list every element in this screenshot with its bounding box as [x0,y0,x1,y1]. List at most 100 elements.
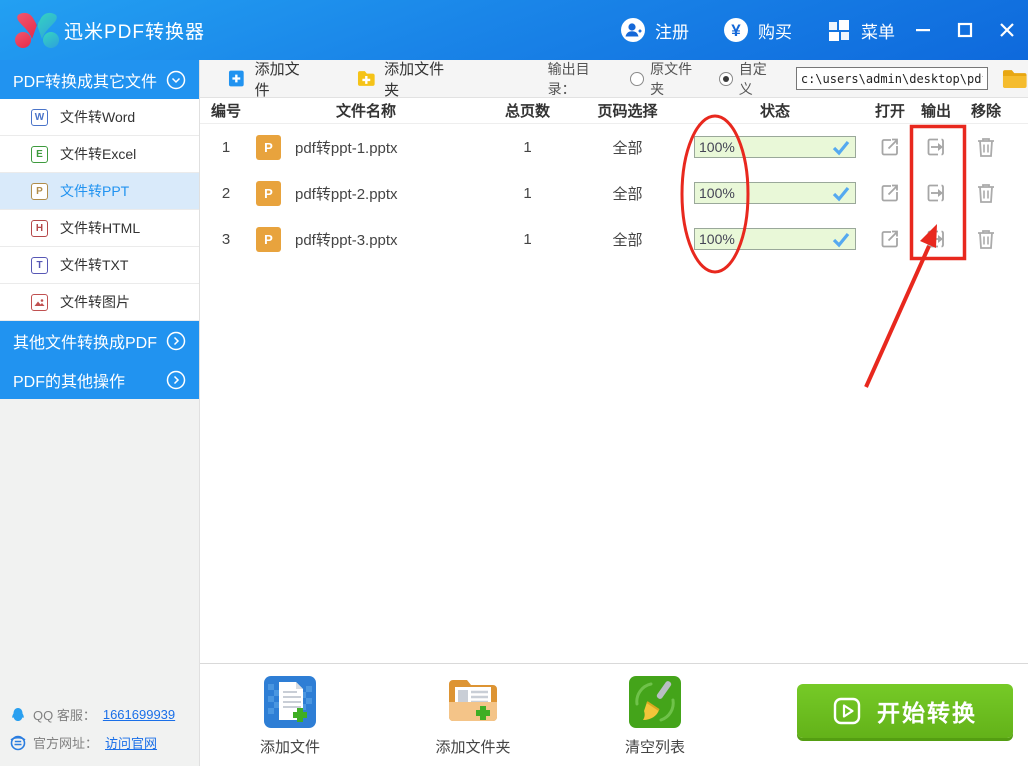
official-site-link[interactable]: 访问官网 [105,733,157,752]
col-header-pagerange: 页码选择 [597,103,658,120]
sidebar-item-label: 文件转Word [60,109,136,125]
menu-button[interactable]: 菜单 [826,17,895,43]
open-file-button[interactable] [877,180,903,206]
sidebar-section-other-ops[interactable]: PDF的其他操作 [0,360,199,399]
progress-bar: 100% [694,182,856,204]
chevron-right-circle-icon [166,331,186,350]
buy-button[interactable]: ¥ 购买 [723,17,792,43]
output-path-input[interactable] [795,67,989,90]
sidebar-item-word[interactable]: W 文件转Word [0,99,199,136]
sidebar-item-image[interactable]: 文件转图片 [0,284,199,321]
maximize-button[interactable] [944,9,986,51]
qq-number-link[interactable]: 1661699939 [103,707,175,722]
ppt-file-icon: P [31,182,48,200]
col-header-num: 编号 [210,103,241,120]
col-header-output: 输出 [920,103,951,120]
radio-circle [630,71,645,86]
radio-circle-checked [718,71,733,86]
register-user-icon [621,18,645,42]
section-label: PDF转换成其它文件 [13,73,158,91]
file-name: pdf转ppt-1.pptx [295,139,398,157]
add-file-big-button[interactable]: 添加文件 [235,664,345,757]
add-folder-big-icon [449,680,497,721]
ie-browser-icon [10,735,26,750]
add-file-label: 添加文件 [254,60,300,99]
add-folder-icon [358,71,376,86]
open-output-button[interactable] [923,134,949,160]
sidebar-item-excel[interactable]: E 文件转Excel [0,136,199,173]
section-label: PDF的其他操作 [13,373,126,391]
clear-list-button[interactable]: 清空列表 [600,664,710,757]
sidebar-item-html[interactable]: H 文件转HTML [0,210,199,247]
menu-grid-icon [829,20,849,41]
add-folder-label: 添加文件夹 [384,60,445,99]
play-icon [833,697,861,725]
official-site-label: 官方网址： [33,736,99,751]
chevron-down-circle-icon [166,70,186,89]
col-header-filename: 文件名称 [335,103,396,120]
progress-percent: 100% [699,139,735,155]
remove-file-button[interactable] [973,134,999,160]
app-window: 迅米PDF转换器 注册 ¥ 购买 菜单 PDF转换成其它文件 W 文件转Word… [0,0,1028,766]
start-convert-label: 开始转换 [877,700,977,726]
sidebar: PDF转换成其它文件 W 文件转Word E 文件转Excel P 文件转PPT… [0,60,200,766]
title-bar: 迅米PDF转换器 注册 ¥ 购买 菜单 [0,0,1028,60]
open-output-button[interactable] [923,180,949,206]
word-file-icon: W [31,108,48,126]
register-button[interactable]: 注册 [620,17,689,43]
total-pages: 1 [523,138,532,156]
check-icon [832,140,850,156]
qq-service-label: QQ 客服： [33,708,96,723]
chevron-right-circle-icon [166,370,186,389]
sidebar-section-to-pdf[interactable]: 其他文件转换成PDF [0,321,199,360]
svg-text:¥: ¥ [731,21,741,40]
col-header-remove: 移除 [970,103,1001,120]
app-logo-icon [15,12,59,48]
sidebar-item-txt[interactable]: T 文件转TXT [0,247,199,284]
bottom-action-bar: 添加文件 添加文件夹 清空列表 开始转换 [200,663,1028,766]
remove-file-button[interactable] [973,180,999,206]
add-file-big-label: 添加文件 [259,739,320,756]
table-header-row: 编号 文件名称 总页数 页码选择 状态 打开 输出 移除 [200,98,1028,124]
open-file-button[interactable] [877,134,903,160]
radio-custom-folder[interactable]: 自定义 [718,59,780,99]
start-convert-button[interactable]: 开始转换 [797,684,1013,738]
add-file-big-icon [264,676,316,728]
total-pages: 1 [523,230,532,248]
page-range[interactable]: 全部 [575,137,680,158]
sidebar-section-convert-from-pdf[interactable]: PDF转换成其它文件 [0,60,199,99]
browse-folder-icon[interactable] [1002,68,1028,90]
html-file-icon: H [31,219,48,237]
open-output-button[interactable] [923,226,949,252]
sidebar-item-label: 文件转PPT [60,183,130,199]
progress-bar: 100% [694,228,856,250]
sidebar-item-label: 文件转图片 [60,294,130,310]
sidebar-item-label: 文件转Excel [60,146,137,162]
excel-file-icon: E [31,145,48,163]
radio-original-folder[interactable]: 原文件夹 [630,59,705,99]
minimize-button[interactable] [902,9,944,51]
check-icon [832,186,850,202]
page-range[interactable]: 全部 [575,229,680,250]
total-pages: 1 [523,184,532,202]
table-row: 2 P pdf转ppt-2.pptx 1 全部 100% [200,170,1028,216]
table-row: 3 P pdf转ppt-3.pptx 1 全部 100% [200,216,1028,262]
add-folder-button[interactable]: 添加文件夹 [357,58,457,100]
qq-icon [12,707,24,721]
pptx-file-icon: P [256,134,281,160]
clear-list-label: 清空列表 [624,739,685,756]
main-toolbar: 添加文件 添加文件夹 输出目录： 原文件夹 自定义 [200,58,1028,100]
image-file-icon [31,293,48,311]
table-row: 1 P pdf转ppt-1.pptx 1 全部 100% [200,124,1028,170]
remove-file-button[interactable] [973,226,999,252]
page-range[interactable]: 全部 [575,183,680,204]
add-folder-big-button[interactable]: 添加文件夹 [418,664,528,757]
pptx-file-icon: P [256,180,281,206]
add-file-button[interactable]: 添加文件 [228,58,313,100]
pptx-file-icon: P [256,226,281,252]
sidebar-item-label: 文件转TXT [60,257,129,273]
close-button[interactable] [986,9,1028,51]
open-file-button[interactable] [877,226,903,252]
clean-broom-icon [629,676,681,728]
sidebar-item-ppt[interactable]: P 文件转PPT [0,173,199,210]
